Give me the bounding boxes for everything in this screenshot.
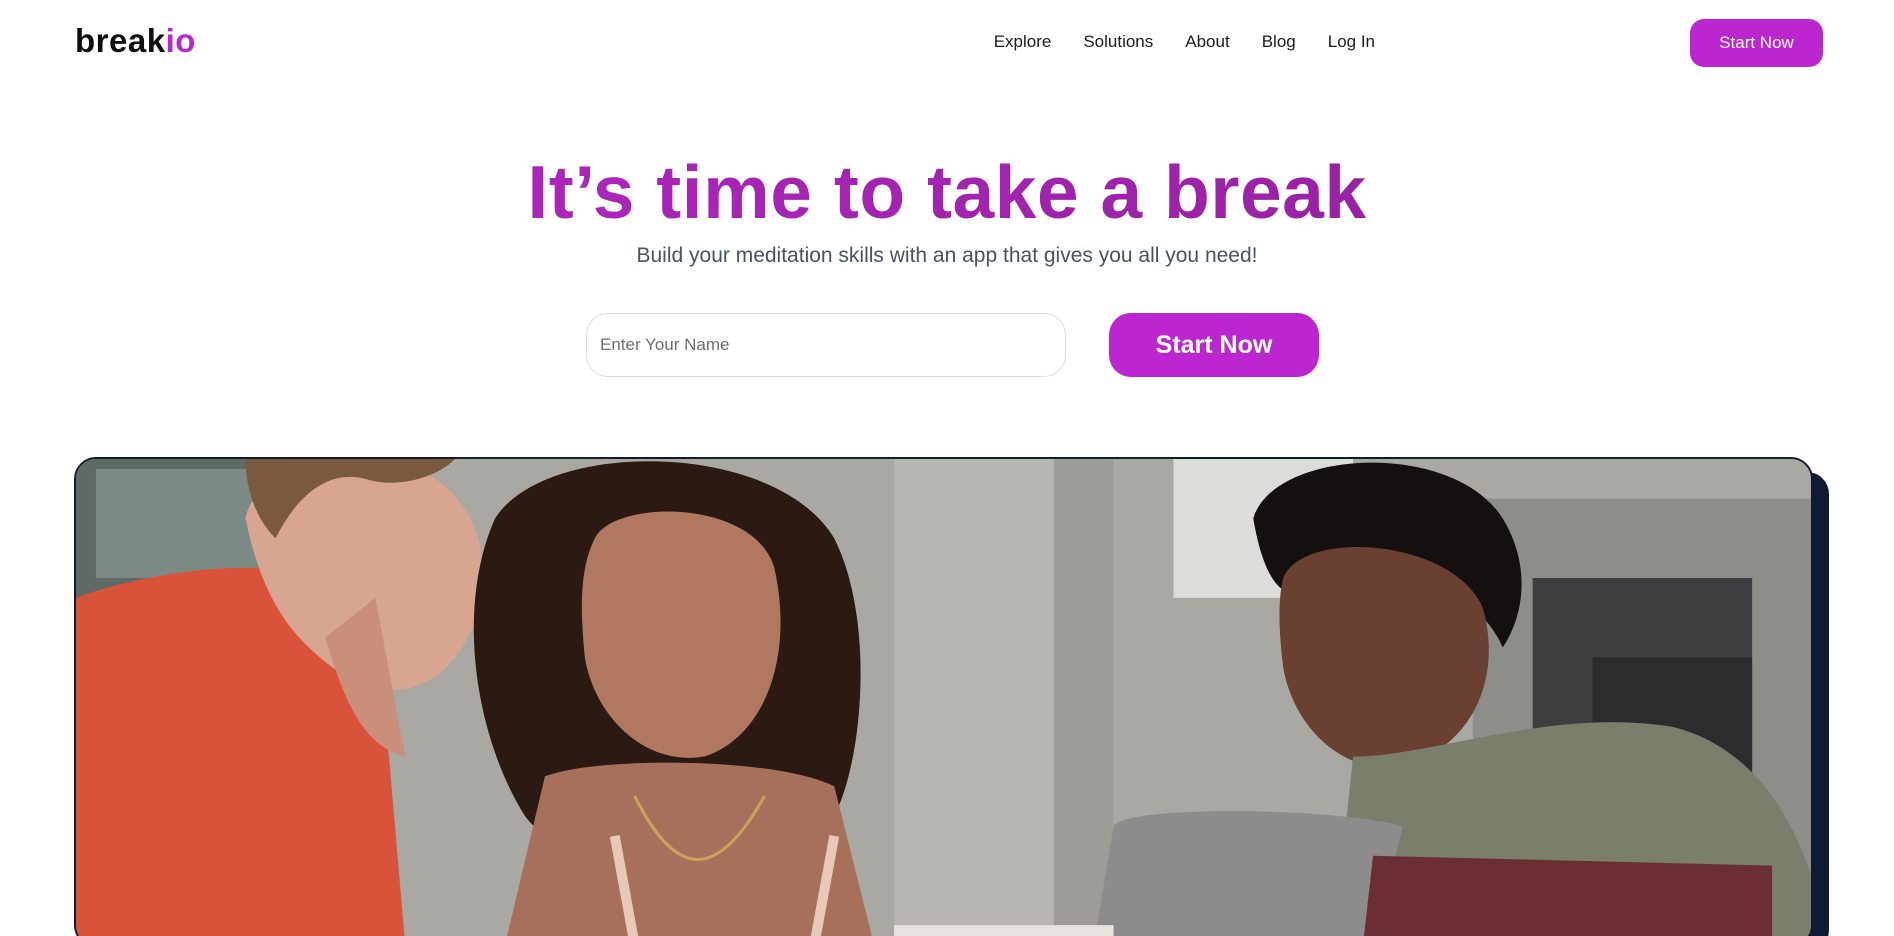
hero-start-now-button[interactable]: Start Now (1109, 313, 1319, 377)
top-nav: breakio Explore Solutions About Blog Log… (0, 0, 1894, 86)
hero-subtitle: Build your meditation skills with an app… (636, 244, 1258, 267)
brand-logo[interactable]: breakio (75, 22, 196, 60)
nav-link-blog[interactable]: Blog (1262, 31, 1296, 53)
logo-text-accent: io (165, 22, 196, 59)
hero-title: It’s time to take a break (0, 150, 1894, 234)
landing-page: breakio Explore Solutions About Blog Log… (0, 0, 1894, 936)
nav-link-login[interactable]: Log In (1328, 31, 1375, 53)
nav-start-now-button[interactable]: Start Now (1690, 19, 1823, 67)
nav-link-about[interactable]: About (1185, 31, 1229, 53)
nav-link-explore[interactable]: Explore (994, 31, 1052, 53)
name-input[interactable] (586, 313, 1066, 377)
logo-text-main: break (75, 22, 166, 59)
hero-photo (74, 457, 1813, 936)
nav-link-solutions[interactable]: Solutions (1083, 31, 1153, 53)
photo-three-people-laptop-icon (76, 459, 1811, 936)
nav-links: Explore Solutions About Blog Log In (962, 31, 1375, 53)
